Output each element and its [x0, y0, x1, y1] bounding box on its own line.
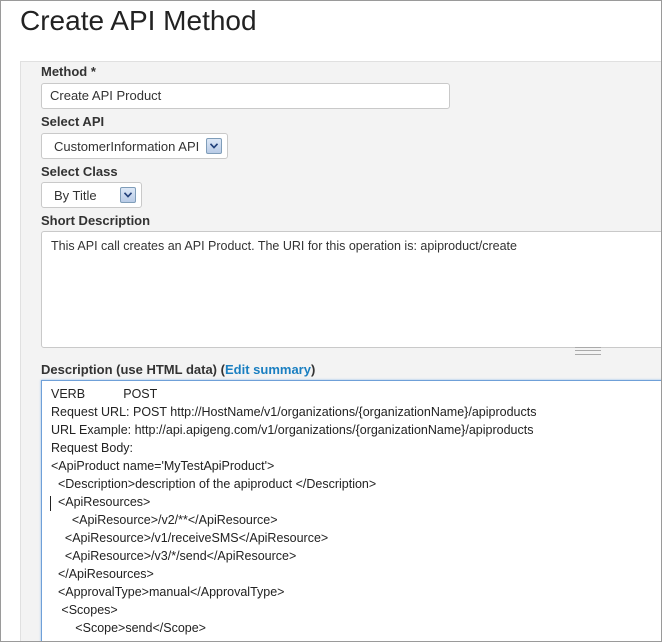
method-label: Method *	[41, 64, 96, 79]
select-api-dropdown[interactable]: CustomerInformation API	[41, 133, 228, 159]
edit-summary-link[interactable]: Edit summary	[225, 362, 311, 377]
required-mark: *	[90, 64, 96, 79]
code-line: VERB POST	[51, 387, 158, 401]
code-line: <ApiProduct name='MyTestApiProduct'>	[51, 459, 275, 473]
chevron-down-icon	[120, 187, 136, 203]
short-description-label: Short Description	[41, 213, 151, 228]
page-title: Create API Method	[20, 5, 257, 36]
resize-handle[interactable]	[575, 347, 601, 355]
select-class-value: By Title	[54, 187, 97, 203]
method-input[interactable]: Create API Product	[41, 83, 450, 109]
short-description-textarea[interactable]: This API call creates an API Product. Th…	[41, 231, 661, 348]
select-api-value: CustomerInformation API	[54, 138, 200, 154]
code-line: <ApiResource>/v2/**</ApiResource>	[51, 513, 278, 527]
window-frame: Create API Method Method * Create API Pr…	[0, 0, 662, 642]
code-line: <Description>description of the apiprodu…	[51, 477, 377, 491]
code-line: Request URL: POST http://HostName/v1/org…	[51, 405, 537, 419]
code-line: <ApiResources>	[51, 495, 151, 509]
close-paren: )	[310, 362, 316, 377]
description-label-text: Description (use HTML data)	[41, 362, 218, 377]
code-line: <ApprovalType>manual</ApprovalType>	[51, 585, 285, 599]
chevron-down-icon	[206, 138, 222, 154]
text-cursor	[50, 496, 51, 511]
select-class-dropdown[interactable]: By Title	[41, 182, 142, 208]
code-line: </ApiResources>	[51, 567, 154, 581]
code-line: <Scopes>	[51, 603, 118, 617]
code-line: <ApiResource>/v1/receiveSMS</ApiResource…	[51, 531, 329, 545]
method-label-text: Method	[41, 64, 88, 79]
code-line: Request Body:	[51, 441, 133, 455]
description-textarea[interactable]	[41, 380, 661, 641]
code-line: <ApiResource>/v3/*/send</ApiResource>	[51, 549, 297, 563]
code-line: URL Example: http://api.apigeng.com/v1/o…	[51, 423, 534, 437]
select-class-label: Select Class	[41, 164, 118, 179]
description-label: Description (use HTML data) (Edit summar…	[41, 362, 315, 377]
code-line: <Scope>send</Scope>	[51, 621, 206, 635]
select-api-label: Select API	[41, 114, 105, 129]
